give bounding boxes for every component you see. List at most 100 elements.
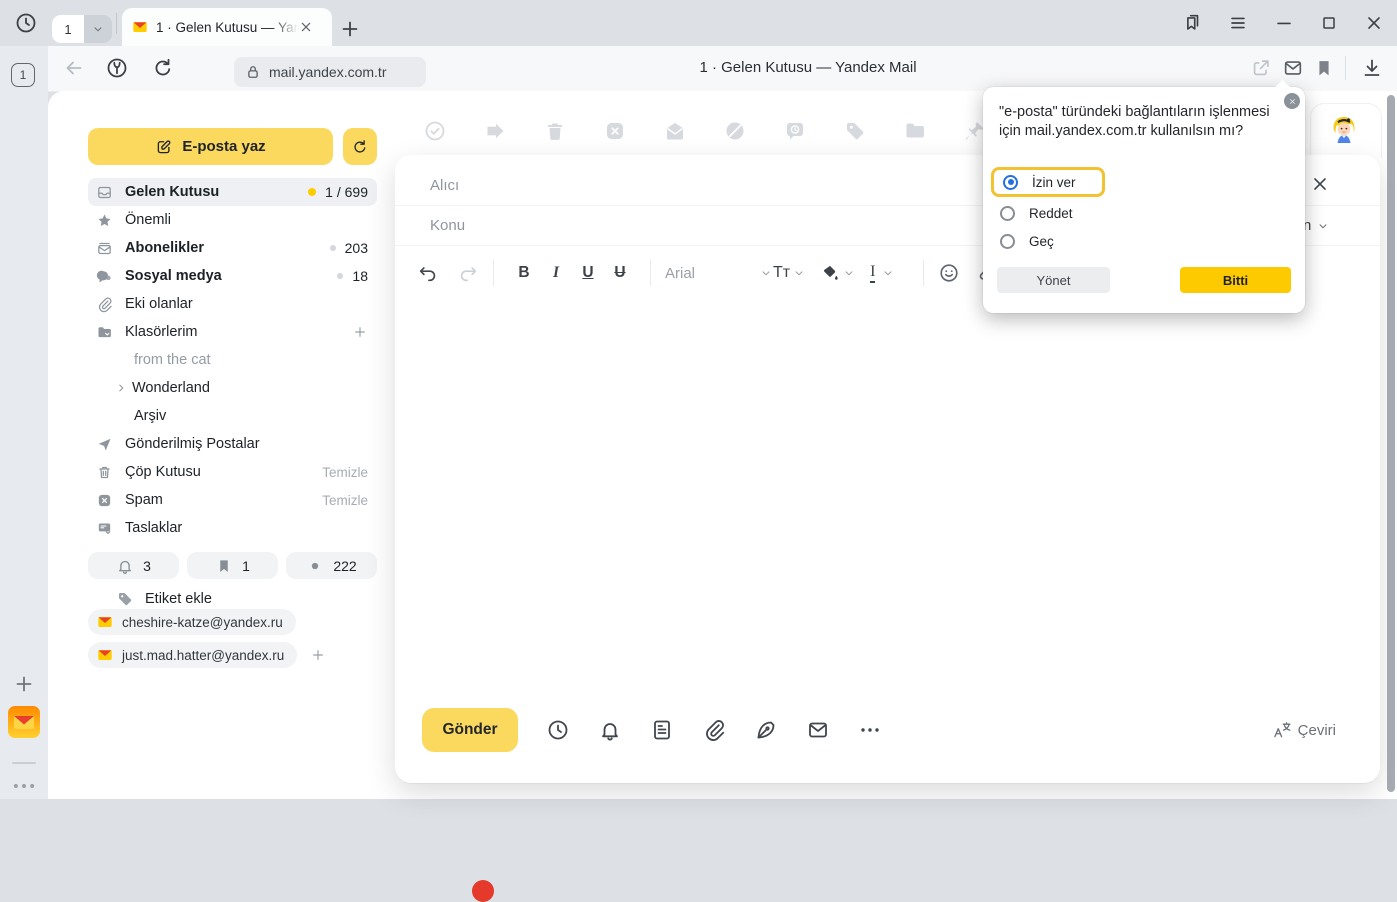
- active-tab[interactable]: 1 · Gelen Kutusu — Yand: [122, 8, 332, 46]
- tab-group-chevron[interactable]: [84, 15, 112, 43]
- remind-icon[interactable]: [783, 119, 807, 143]
- protocol-handler-envelope-icon[interactable]: [1282, 57, 1304, 79]
- text-color-select[interactable]: I: [870, 264, 895, 283]
- folder-list: Gelen Kutusu 1 / 699 Önemli Abonelikler …: [88, 178, 377, 542]
- radio-skip[interactable]: Geç: [991, 226, 1054, 256]
- select-all-icon[interactable]: [423, 119, 447, 143]
- strikethrough-button[interactable]: U: [604, 264, 636, 282]
- label-icon[interactable]: [843, 119, 867, 143]
- subject-placeholder: Konu: [430, 217, 465, 234]
- tab-close-icon[interactable]: [298, 19, 314, 35]
- sidebar-item-inbox[interactable]: Gelen Kutusu 1 / 699: [88, 178, 377, 206]
- font-size-select[interactable]: Tт: [773, 264, 806, 282]
- bookmark-icon[interactable]: [1313, 57, 1335, 79]
- highlight-color-select[interactable]: [820, 263, 856, 283]
- yandex-logo-icon[interactable]: [105, 56, 129, 80]
- page-scrollbar[interactable]: [1387, 95, 1395, 792]
- clear-spam-action[interactable]: Temizle: [322, 493, 368, 508]
- format-toolbar: B I U U Arial Tт I: [417, 251, 1000, 295]
- new-tab-button[interactable]: [338, 17, 362, 41]
- sidebar-item-drafts[interactable]: Taslaklar: [88, 514, 377, 542]
- add-account-icon[interactable]: [310, 647, 326, 663]
- radio-allow[interactable]: İzin ver: [991, 167, 1105, 197]
- sidebar-item-archive[interactable]: Arşiv: [88, 402, 377, 430]
- menu-icon[interactable]: [1227, 12, 1249, 34]
- sidebar-item-sent[interactable]: Gönderilmiş Postalar: [88, 430, 377, 458]
- bookmarked-pill[interactable]: 1: [187, 552, 278, 579]
- more-options-icon[interactable]: [858, 718, 882, 742]
- delete-icon[interactable]: [543, 119, 567, 143]
- message-body[interactable]: [395, 297, 1380, 697]
- send-button[interactable]: Gönder: [422, 708, 518, 752]
- radio-circle[interactable]: [1003, 175, 1018, 190]
- forward-icon[interactable]: [483, 119, 507, 143]
- back-arrow-icon[interactable]: [62, 56, 86, 80]
- font-family-select[interactable]: Arial: [665, 265, 773, 282]
- italic-button[interactable]: I: [540, 264, 572, 282]
- translate-button[interactable]: Çeviri: [1272, 720, 1336, 740]
- signature-pen-icon[interactable]: [754, 718, 778, 742]
- sidebar-item-from-the-cat[interactable]: from the cat: [88, 346, 377, 374]
- rail-more-icon[interactable]: [10, 772, 38, 800]
- minimize-icon[interactable]: [1273, 12, 1295, 34]
- rail-add-button[interactable]: [12, 672, 36, 696]
- manage-button[interactable]: Yönet: [997, 267, 1110, 293]
- radio-deny[interactable]: Reddet: [991, 198, 1073, 228]
- sidebar-item-my-folders[interactable]: Klasörlerim: [88, 318, 377, 346]
- sidebar-item-subscriptions[interactable]: Abonelikler 203: [88, 234, 377, 262]
- bold-button[interactable]: B: [508, 264, 540, 282]
- reminders-pill[interactable]: 3: [88, 552, 179, 579]
- dot-icon: [306, 557, 324, 575]
- account-cheshire[interactable]: cheshire-katze@yandex.ru: [88, 609, 296, 635]
- mark-read-icon[interactable]: [663, 119, 687, 143]
- refresh-button[interactable]: [343, 128, 377, 165]
- sidebar-item-social[interactable]: Sosyal medya 18: [88, 262, 377, 290]
- add-label-button[interactable]: Etiket ekle: [116, 590, 212, 608]
- radio-circle[interactable]: [1000, 234, 1015, 249]
- sidebar-item-attachments[interactable]: Eki olanlar: [88, 290, 377, 318]
- redo-icon[interactable]: [457, 262, 479, 284]
- chevron-right-icon[interactable]: [114, 381, 128, 395]
- clear-trash-action[interactable]: Temizle: [322, 465, 368, 480]
- avatar[interactable]: [1328, 114, 1360, 146]
- unread-pill[interactable]: 222: [286, 552, 377, 579]
- envelope-icon[interactable]: [806, 718, 830, 742]
- snooze-icon[interactable]: [723, 119, 747, 143]
- schedule-send-icon[interactable]: [546, 718, 570, 742]
- tab-group-control[interactable]: 1: [52, 15, 112, 43]
- account-hatter[interactable]: just.mad.hatter@yandex.ru: [88, 642, 297, 668]
- spam-icon[interactable]: [603, 119, 627, 143]
- sidebar-item-wonderland[interactable]: Wonderland: [88, 374, 377, 402]
- template-icon[interactable]: [650, 718, 674, 742]
- subscriptions-icon: [96, 240, 113, 257]
- undo-icon[interactable]: [417, 262, 439, 284]
- panels-icon[interactable]: [1181, 12, 1203, 34]
- history-clock-icon[interactable]: [14, 11, 38, 35]
- attach-file-icon[interactable]: [702, 718, 726, 742]
- notify-icon[interactable]: [598, 718, 622, 742]
- sidebar-item-spam[interactable]: Spam Temizle: [88, 486, 377, 514]
- dialog-close-icon[interactable]: [1284, 93, 1300, 109]
- address-bar[interactable]: mail.yandex.com.tr: [234, 57, 426, 87]
- sidebar-item-trash[interactable]: Çöp Kutusu Temizle: [88, 458, 377, 486]
- radio-circle[interactable]: [1000, 206, 1015, 221]
- workspace-badge[interactable]: 1: [11, 63, 35, 87]
- share-icon[interactable]: [1250, 57, 1272, 79]
- close-window-icon[interactable]: [1363, 12, 1385, 34]
- reload-icon[interactable]: [151, 56, 175, 80]
- compose-button[interactable]: E-posta yaz: [88, 128, 333, 165]
- underline-button[interactable]: U: [572, 264, 604, 282]
- lock-icon[interactable]: [244, 63, 262, 81]
- url-text: mail.yandex.com.tr: [269, 64, 386, 80]
- download-icon[interactable]: [1360, 56, 1384, 80]
- tab-group-count[interactable]: 1: [52, 15, 84, 43]
- add-folder-icon[interactable]: [352, 324, 368, 340]
- move-to-folder-icon[interactable]: [903, 119, 927, 143]
- yandex-mail-app-icon[interactable]: [8, 706, 40, 738]
- emoji-icon[interactable]: [938, 262, 960, 284]
- from-selector-fragment[interactable]: n: [1303, 217, 1330, 234]
- sidebar-item-important[interactable]: Önemli: [88, 206, 377, 234]
- done-button[interactable]: Bitti: [1180, 267, 1291, 293]
- maximize-icon[interactable]: [1319, 13, 1339, 33]
- close-compose-icon[interactable]: [1309, 173, 1331, 195]
